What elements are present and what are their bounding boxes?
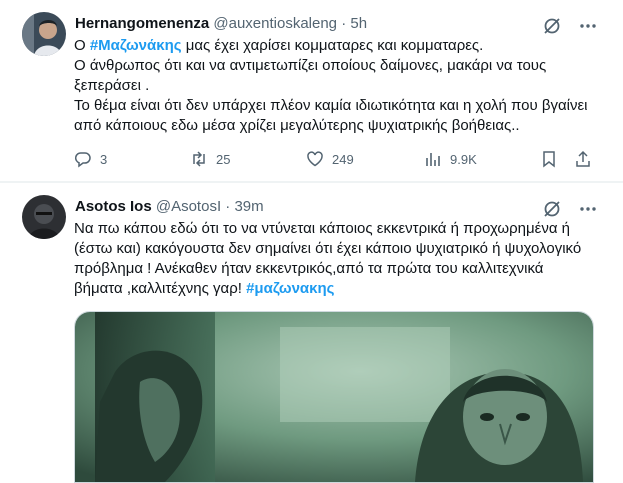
avatar-image: [22, 195, 66, 239]
reply-icon: [74, 152, 91, 168]
hashtag-link[interactable]: #μαζωνακης: [246, 280, 334, 297]
timestamp[interactable]: 39m: [234, 198, 263, 215]
tweet-media[interactable]: [74, 311, 594, 483]
handle[interactable]: @auxentioskaleng: [213, 15, 337, 32]
display-name[interactable]: Hernangomenenza: [75, 15, 209, 32]
reply-count: 3: [100, 151, 108, 167]
timestamp[interactable]: 5h: [350, 15, 367, 32]
like-icon: [307, 151, 323, 167]
tweet-header: Hernangomenenza @auxentioskaleng · 5h: [75, 14, 367, 34]
like-count: 249: [332, 151, 354, 167]
grok-icon[interactable]: [542, 16, 562, 36]
share-icon: [576, 150, 590, 167]
like-button[interactable]: 249: [306, 148, 354, 170]
share-button[interactable]: [574, 148, 592, 170]
media-image: [75, 312, 593, 482]
views-icon: [426, 153, 440, 166]
retweet-count: 25: [216, 151, 231, 167]
reply-button[interactable]: 3: [74, 148, 107, 170]
separator: ·: [225, 198, 231, 215]
bookmark-button[interactable]: [540, 148, 558, 170]
tweet-header: Asotos Ios @AsotosI · 39m: [75, 197, 264, 217]
handle[interactable]: @AsotosI: [156, 198, 221, 215]
views-button[interactable]: 9.9K: [424, 148, 477, 170]
tweet-1[interactable]: Hernangomenenza @auxentioskaleng · 5h Ο …: [0, 0, 623, 182]
avatar-image: [22, 12, 66, 56]
avatar[interactable]: [22, 195, 66, 239]
bookmark-icon: [543, 151, 555, 168]
display-name[interactable]: Asotos Ios: [75, 198, 152, 215]
tweet-text: Να πω κάπου εδώ ότι το να ντύνεται κάποι…: [74, 219, 589, 299]
text-post: μας έχει χαρίσει κομματαρες και κομματαρ…: [181, 37, 484, 54]
grok-icon[interactable]: [542, 199, 562, 219]
text-pre: Ο: [74, 37, 90, 54]
retweet-button[interactable]: 25: [190, 148, 230, 170]
tweet-line-1: Ο #Μαζωνάκης μας έχει χαρίσει κομματαρες…: [74, 36, 604, 56]
avatar[interactable]: [22, 12, 66, 56]
more-icon[interactable]: [578, 16, 598, 36]
action-bar: 3 25 249 9.9K: [74, 148, 594, 170]
tweet-2[interactable]: Asotos Ios @AsotosI · 39m Να πω κάπου εδ…: [0, 182, 623, 483]
views-count: 9.9K: [450, 151, 477, 167]
retweet-icon: [193, 151, 205, 167]
hashtag-link[interactable]: #Μαζωνάκης: [90, 37, 182, 54]
tweet-text: Ο #Μαζωνάκης μας έχει χαρίσει κομματαρες…: [74, 36, 604, 136]
separator: ·: [341, 15, 347, 32]
more-icon[interactable]: [578, 199, 598, 219]
tweet-line-2: Ο άνθρωπος ότι και να αντιμετωπίζει οποί…: [74, 57, 547, 94]
tweet-line-3: Το θέμα είναι ότι δεν υπάρχει πλέον καμί…: [74, 97, 588, 134]
